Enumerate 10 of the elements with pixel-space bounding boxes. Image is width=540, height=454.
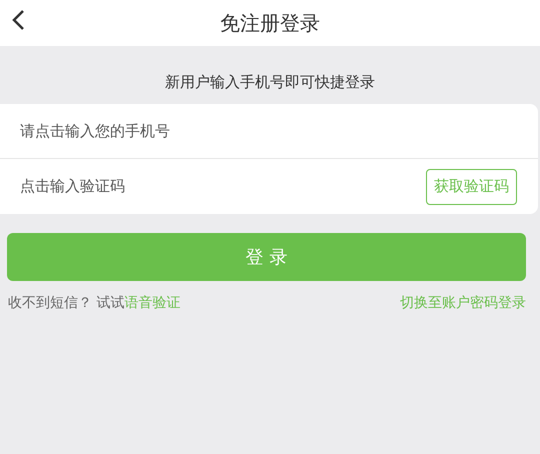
phone-input-field[interactable]: 请点击输入您的手机号 bbox=[20, 120, 518, 142]
back-icon bbox=[11, 10, 25, 30]
prompt-text: 收不到短信？ 试试 bbox=[8, 294, 124, 313]
get-code-button[interactable]: 获取验证码 bbox=[426, 168, 517, 204]
voice-verify-link[interactable]: 语音验证 bbox=[124, 293, 180, 314]
code-input-field[interactable]: 点击输入验证码 bbox=[20, 175, 418, 198]
page-title: 免注册登录 bbox=[220, 10, 320, 37]
login-button[interactable]: 登 录 bbox=[7, 233, 526, 281]
subtitle: 新用户输入手机号即可快捷登录 bbox=[165, 72, 375, 93]
password-login-link[interactable]: 切换至账户密码登录 bbox=[400, 293, 526, 314]
